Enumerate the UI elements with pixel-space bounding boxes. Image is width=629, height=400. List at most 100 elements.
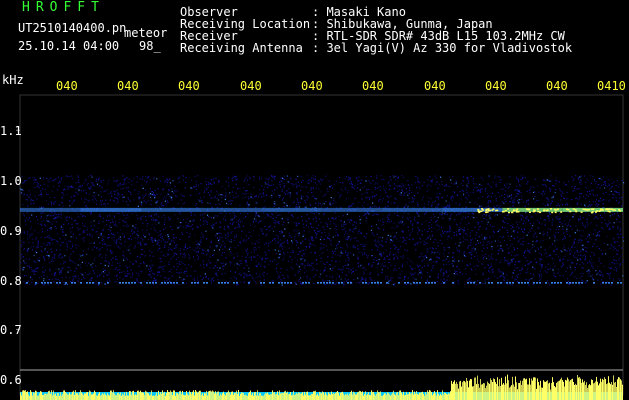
histogram-bar	[396, 392, 397, 400]
histogram-bar	[115, 395, 116, 400]
histogram-bar	[324, 394, 325, 400]
secondary-line	[284, 282, 286, 284]
histogram-bar	[550, 389, 551, 400]
histogram-bar	[572, 378, 573, 400]
histogram-bar	[149, 395, 150, 400]
carrier-highlight	[553, 208, 556, 211]
histogram-bar	[496, 384, 497, 400]
histogram-bar	[207, 395, 208, 400]
secondary-line	[578, 282, 580, 284]
histogram-bar	[462, 382, 463, 400]
histogram-bar	[313, 391, 314, 400]
histogram-bar	[205, 393, 206, 400]
histogram-bar	[582, 379, 583, 400]
carrier-segment	[200, 207, 262, 212]
histogram-bar	[514, 386, 515, 400]
histogram-bar	[274, 392, 275, 400]
histogram-bar	[402, 394, 403, 400]
histogram-bar	[62, 394, 63, 400]
carrier-highlight	[584, 208, 587, 211]
histogram-bar	[30, 390, 31, 400]
histogram-bar	[175, 395, 176, 400]
histogram-bar	[68, 394, 69, 400]
histogram-bar	[408, 393, 409, 400]
secondary-line	[341, 282, 343, 284]
carrier-highlight	[619, 210, 622, 212]
histogram-bar	[340, 392, 341, 400]
histogram-bar	[197, 392, 198, 400]
histogram-bar	[31, 391, 32, 400]
histogram-bar	[66, 393, 67, 400]
histogram-bar	[410, 393, 411, 400]
histogram-bar	[488, 382, 489, 400]
histogram-bar	[335, 393, 336, 400]
histogram-bar	[491, 380, 492, 400]
histogram-bar	[543, 380, 544, 400]
histogram-bar	[485, 388, 486, 400]
histogram-bar	[123, 394, 124, 400]
histogram-bar	[599, 383, 600, 400]
histogram-bar	[75, 390, 76, 400]
histogram-bar	[307, 391, 308, 400]
histogram-bar	[369, 395, 370, 400]
histogram-bar	[500, 386, 501, 400]
histogram-bar	[281, 393, 282, 400]
histogram-bar	[452, 383, 453, 400]
histogram-bar	[135, 394, 136, 400]
secondary-line	[380, 282, 382, 284]
histogram-bar	[49, 390, 50, 400]
histogram-bar	[67, 394, 68, 400]
histogram-bar	[140, 390, 141, 400]
secondary-line	[173, 282, 175, 284]
histogram-bar	[227, 392, 228, 400]
carrier-highlight	[591, 211, 594, 213]
histogram-bar	[226, 393, 227, 400]
histogram-bar	[354, 392, 355, 400]
secondary-line	[554, 282, 556, 284]
secondary-line	[425, 282, 427, 284]
histogram-bar	[541, 387, 542, 400]
histogram-bar	[607, 383, 608, 400]
carrier-highlight	[580, 211, 583, 213]
secondary-line	[362, 282, 364, 284]
histogram-bar	[321, 393, 322, 400]
histogram-bar	[621, 380, 622, 400]
secondary-line	[491, 282, 493, 284]
histogram-bar	[316, 395, 317, 400]
histogram-bar	[561, 377, 562, 400]
histogram-bar	[536, 388, 537, 400]
histogram-bar	[141, 392, 142, 400]
histogram-bar	[122, 393, 123, 400]
histogram-bar	[69, 392, 70, 400]
x-tick-5: 040	[301, 79, 323, 93]
histogram-bar	[72, 391, 73, 400]
histogram-bar	[323, 392, 324, 400]
secondary-line	[431, 282, 433, 284]
histogram-bar	[152, 395, 153, 400]
histogram-bar	[382, 395, 383, 400]
histogram-bar	[41, 391, 42, 400]
histogram-bar	[552, 377, 553, 400]
histogram-bar	[331, 391, 332, 400]
histogram-bar	[507, 374, 508, 400]
histogram-bar	[170, 390, 171, 400]
histogram-bar	[91, 394, 92, 400]
x-tick-8: 040	[485, 79, 507, 93]
histogram-bar	[522, 380, 523, 400]
histogram-bar	[484, 383, 485, 400]
histogram-bar	[575, 383, 576, 400]
secondary-line	[125, 282, 127, 284]
histogram-bar	[184, 395, 185, 400]
spectrogram	[16, 94, 625, 400]
histogram-bar	[242, 392, 243, 400]
histogram-bar	[360, 391, 361, 400]
secondary-line	[47, 282, 49, 284]
histogram-bar	[325, 392, 326, 400]
histogram-bar	[99, 392, 100, 400]
carrier-highlight	[485, 208, 488, 211]
histogram-bar	[535, 377, 536, 400]
histogram-bar	[283, 393, 284, 400]
secondary-line	[164, 282, 166, 284]
histogram-bar	[358, 391, 359, 400]
histogram-bar	[528, 384, 529, 400]
